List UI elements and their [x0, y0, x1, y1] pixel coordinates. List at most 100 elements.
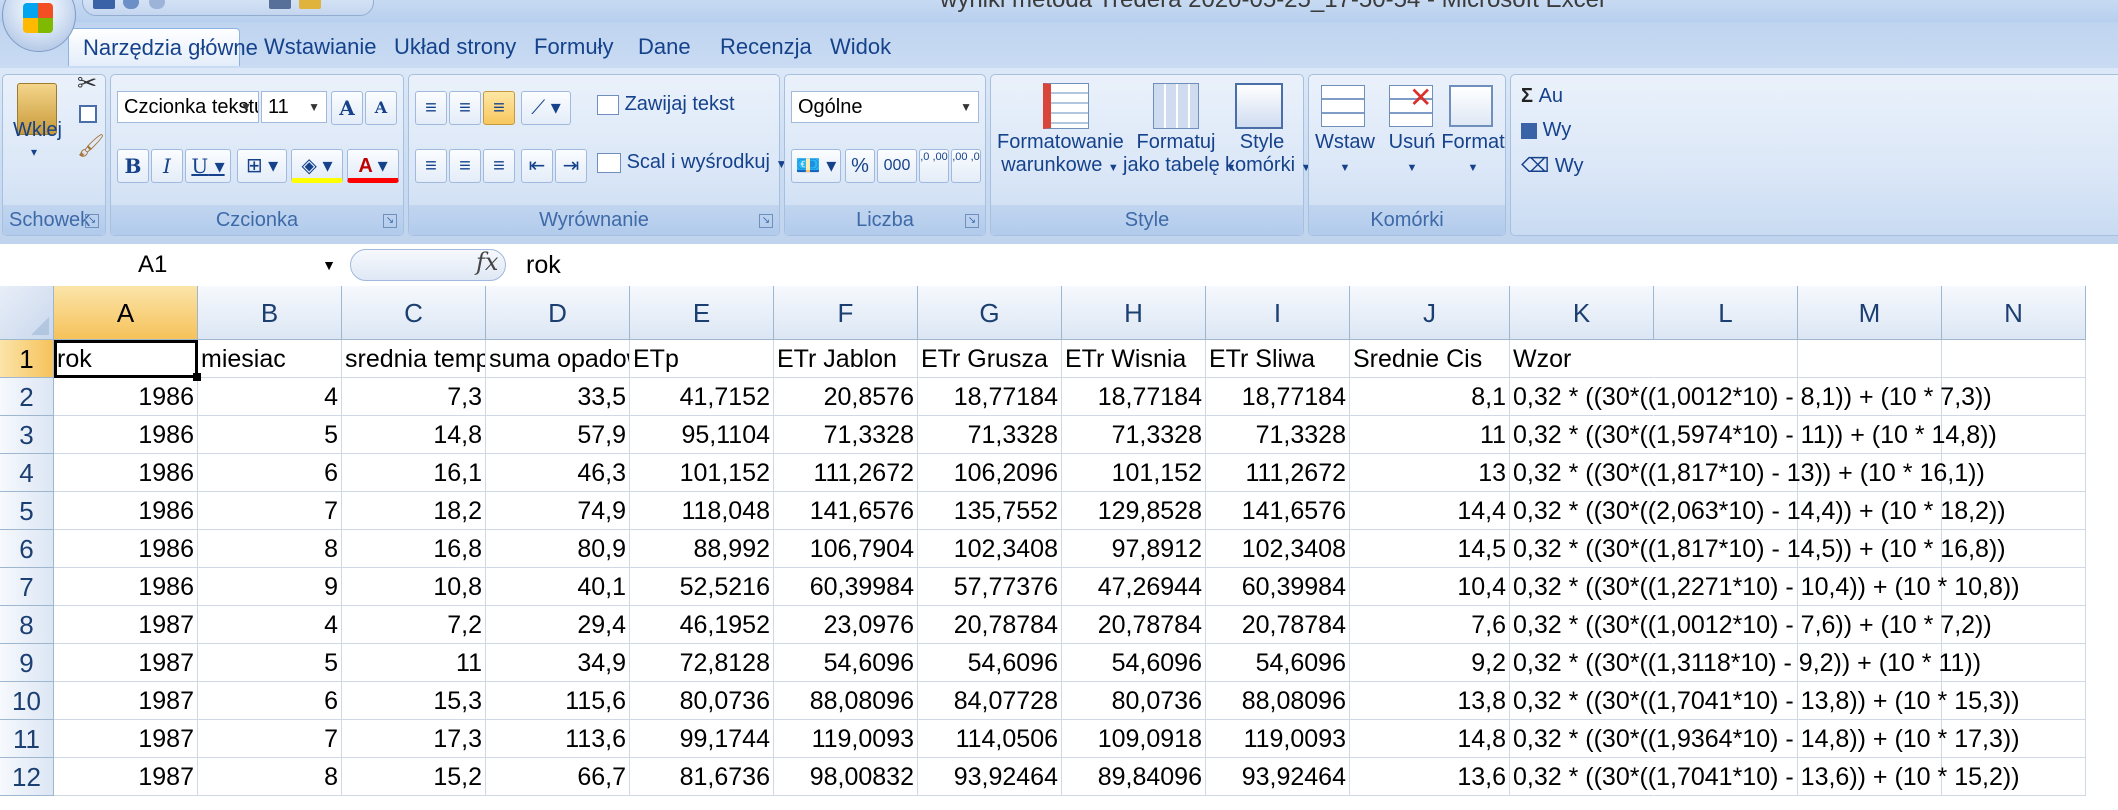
table-cell[interactable]: 101,152 [1062, 454, 1206, 492]
tab-data[interactable]: Dane [624, 28, 705, 66]
table-cell[interactable]: 141,6576 [1206, 492, 1350, 530]
tab-insert[interactable]: Wstawianie [250, 28, 390, 66]
table-cell[interactable]: 111,2672 [1206, 454, 1350, 492]
table-cell[interactable]: 80,9 [486, 530, 630, 568]
table-cell[interactable]: 57,77376 [918, 568, 1062, 606]
table-cell[interactable]: 5 [198, 416, 342, 454]
font-size-combo[interactable]: 11 ▼ [261, 91, 327, 123]
table-cell[interactable]: 66,7 [486, 758, 630, 796]
table-cell[interactable]: 54,6096 [1062, 644, 1206, 682]
table-cell[interactable]: 99,1744 [630, 720, 774, 758]
table-cell[interactable]: 1987 [54, 644, 198, 682]
formula-text-cell[interactable]: 0,32 * ((30*((1,7041*10) - 13,8)) + (10 … [1510, 682, 2020, 720]
table-cell[interactable]: 15,3 [342, 682, 486, 720]
formula-text-cell[interactable]: 0,32 * ((30*((1,2271*10) - 10,4)) + (10 … [1510, 568, 2020, 606]
insert-function-icon[interactable]: fx [476, 248, 498, 276]
table-cell[interactable]: 7,2 [342, 606, 486, 644]
table-cell[interactable]: 71,3328 [774, 416, 918, 454]
table-cell[interactable]: rok [54, 340, 198, 378]
table-cell[interactable]: 16,1 [342, 454, 486, 492]
table-cell[interactable]: 54,6096 [918, 644, 1062, 682]
row-header[interactable]: 9 [0, 644, 54, 682]
row-header[interactable]: 3 [0, 416, 54, 454]
table-cell[interactable]: 20,78784 [1206, 606, 1350, 644]
table-cell[interactable]: 1987 [54, 682, 198, 720]
table-cell[interactable]: 18,77184 [1062, 378, 1206, 416]
table-cell[interactable]: 102,3408 [1206, 530, 1350, 568]
table-cell[interactable]: 7,3 [342, 378, 486, 416]
column-header[interactable]: M [1798, 286, 1942, 340]
table-cell[interactable]: 80,0736 [1062, 682, 1206, 720]
align-bottom-button[interactable]: ≡ [483, 91, 515, 125]
conditional-formatting-button[interactable]: Formatowanie warunkowe ▼ [997, 131, 1124, 180]
column-header[interactable]: H [1062, 286, 1206, 340]
number-format-combo[interactable]: Ogólne ▼ [791, 91, 979, 123]
paste-button-label[interactable]: Wklej [13, 119, 62, 142]
table-cell[interactable]: 46,1952 [630, 606, 774, 644]
table-cell[interactable]: 71,3328 [1062, 416, 1206, 454]
redo-icon[interactable] [149, 0, 165, 9]
table-cell[interactable]: 89,84096 [1062, 758, 1206, 796]
table-cell[interactable] [1654, 340, 1798, 378]
table-cell[interactable]: 1986 [54, 492, 198, 530]
table-cell[interactable]: 84,07728 [918, 682, 1062, 720]
row-header[interactable]: 5 [0, 492, 54, 530]
orientation-button[interactable]: ⟋ ▾ [521, 91, 571, 125]
table-cell[interactable]: 6 [198, 454, 342, 492]
row-header[interactable]: 6 [0, 530, 54, 568]
table-cell[interactable]: 34,9 [486, 644, 630, 682]
table-cell[interactable]: ETr Jablon [774, 340, 918, 378]
formula-text-cell[interactable]: 0,32 * ((30*((1,817*10) - 13)) + (10 * 1… [1510, 454, 1985, 492]
formula-text-cell[interactable]: 0,32 * ((30*((1,5974*10) - 11)) + (10 * … [1510, 416, 1997, 454]
table-cell[interactable]: 8 [198, 530, 342, 568]
column-header[interactable]: D [486, 286, 630, 340]
shrink-font-button[interactable]: A [365, 91, 397, 125]
table-cell[interactable]: 88,08096 [1206, 682, 1350, 720]
table-cell[interactable]: 20,78784 [918, 606, 1062, 644]
table-cell[interactable]: 95,1104 [630, 416, 774, 454]
table-cell[interactable]: 14,4 [1350, 492, 1510, 530]
table-cell[interactable]: 60,39984 [774, 568, 918, 606]
formula-text-cell[interactable]: 0,32 * ((30*((1,3118*10) - 9,2)) + (10 *… [1510, 644, 1981, 682]
table-cell[interactable]: 7,6 [1350, 606, 1510, 644]
row-header[interactable]: 8 [0, 606, 54, 644]
table-cell[interactable]: 1986 [54, 454, 198, 492]
table-cell[interactable]: 88,992 [630, 530, 774, 568]
cut-icon[interactable]: ✂ [77, 69, 97, 98]
wrap-text-button[interactable]: Zawijaj tekst [597, 93, 735, 116]
column-header[interactable]: K [1510, 286, 1654, 340]
thousands-button[interactable]: 000 [877, 149, 917, 183]
table-cell[interactable]: 74,9 [486, 492, 630, 530]
clipboard-launcher-icon[interactable]: ↘ [85, 214, 99, 228]
table-cell[interactable]: 20,78784 [1062, 606, 1206, 644]
table-cell[interactable]: 1987 [54, 758, 198, 796]
table-cell[interactable]: 40,1 [486, 568, 630, 606]
column-header[interactable]: A [54, 286, 198, 340]
name-box-dropdown-icon[interactable]: ▼ [322, 248, 336, 282]
tab-formulas[interactable]: Formuły [520, 28, 627, 66]
table-cell[interactable]: 54,6096 [1206, 644, 1350, 682]
paste-dropdown-icon[interactable]: ▾ [31, 145, 37, 159]
table-cell[interactable]: 46,3 [486, 454, 630, 492]
autosum-button[interactable]: Σ Au [1521, 85, 1563, 108]
formula-text-cell[interactable]: 0,32 * ((30*((1,0012*10) - 7,6)) + (10 *… [1510, 606, 1992, 644]
table-cell[interactable]: Wzor [1510, 340, 1654, 378]
insert-cells-button[interactable]: Wstaw ▼ [1311, 131, 1379, 180]
row-header[interactable]: 4 [0, 454, 54, 492]
table-cell[interactable]: 11 [1350, 416, 1510, 454]
table-cell[interactable]: ETp [630, 340, 774, 378]
table-cell[interactable]: 113,6 [486, 720, 630, 758]
select-all-button[interactable] [0, 286, 54, 340]
table-cell[interactable]: 98,00832 [774, 758, 918, 796]
table-cell[interactable]: 1987 [54, 720, 198, 758]
font-color-button[interactable]: A ▾ [347, 149, 399, 183]
font-name-dropdown-icon[interactable]: ▼ [240, 92, 252, 122]
table-cell[interactable]: 1986 [54, 416, 198, 454]
format-cells-dropdown-icon[interactable]: ▼ [1468, 162, 1479, 174]
table-cell[interactable]: 11 [342, 644, 486, 682]
table-cell[interactable] [1942, 340, 2086, 378]
table-cell[interactable]: ETr Sliwa [1206, 340, 1350, 378]
column-header[interactable]: J [1350, 286, 1510, 340]
worksheet-grid[interactable]: A B C D E F G H I J K L M N 1 rok miesiac srednia temp sum… [0, 286, 2118, 810]
print-preview-icon[interactable] [269, 0, 291, 9]
